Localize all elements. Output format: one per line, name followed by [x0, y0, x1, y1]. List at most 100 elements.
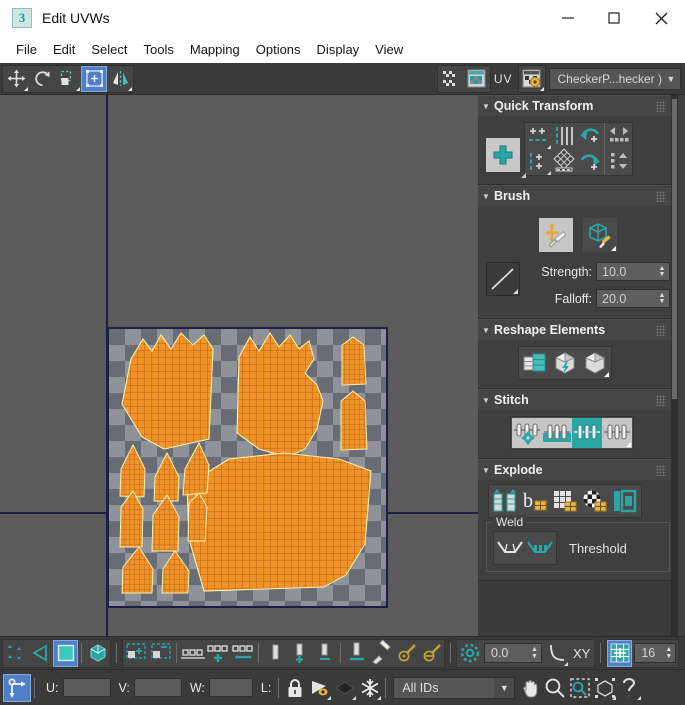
panel-scrollbar[interactable] — [671, 95, 678, 636]
checker-dots-icon[interactable] — [438, 66, 464, 92]
grid-value-input[interactable]: 16 ▲ ▼ — [634, 643, 677, 663]
w-field[interactable] — [208, 678, 253, 697]
panel-scrollbar-thumb[interactable] — [672, 99, 677, 399]
break-by-material-button[interactable] — [580, 486, 610, 516]
spinner-arrows-icon[interactable]: ▲ ▼ — [655, 290, 669, 307]
snap-vertical[interactable] — [606, 149, 632, 175]
stitch-diagonal-button[interactable] — [572, 418, 602, 448]
relax-button[interactable] — [520, 348, 550, 378]
minimize-button[interactable] — [545, 0, 591, 36]
filter-selected-faces[interactable] — [307, 674, 332, 701]
filter-selected-subobject[interactable] — [332, 674, 357, 701]
snap-falloff-curve-icon[interactable] — [544, 640, 569, 667]
expand-selection[interactable] — [123, 640, 148, 667]
align-vertical[interactable] — [551, 123, 577, 149]
pivot-snap-button[interactable] — [3, 673, 31, 702]
grow-loop-vertical[interactable] — [287, 640, 312, 667]
grid-snap-icon[interactable] — [607, 639, 633, 667]
menu-options[interactable]: Options — [248, 39, 309, 60]
u-field[interactable] — [62, 678, 111, 697]
scale-tool[interactable] — [55, 66, 81, 92]
menu-view[interactable]: View — [367, 39, 411, 60]
align-horizontal[interactable] — [525, 123, 551, 149]
rollout-header-explode[interactable]: ▼ Explode — [478, 459, 678, 480]
stitch-selected-button[interactable] — [542, 418, 572, 448]
rollout-header-quick-transform[interactable]: ▼ Quick Transform — [478, 95, 678, 116]
material-id-dropdown[interactable]: All IDs ▼ — [393, 676, 516, 699]
paint-select-dec[interactable] — [419, 640, 444, 667]
menu-file[interactable]: File — [8, 39, 45, 60]
move-tool[interactable] — [3, 66, 29, 92]
shrink-selection[interactable] — [148, 640, 173, 667]
v-field[interactable] — [133, 678, 182, 697]
spinner-arrows-icon[interactable]: ▲ ▼ — [655, 263, 669, 280]
mirror-tool[interactable] — [107, 66, 133, 92]
close-button[interactable] — [637, 0, 685, 36]
menu-select[interactable]: Select — [83, 39, 135, 60]
zoom-extents-button[interactable] — [592, 674, 617, 701]
uv-tile-0-1[interactable] — [107, 327, 388, 608]
peel-mode-button[interactable] — [580, 348, 610, 378]
break-by-face-button[interactable] — [550, 486, 580, 516]
menu-mapping[interactable]: Mapping — [182, 39, 248, 60]
menu-display[interactable]: Display — [309, 39, 368, 60]
lock-selection-button[interactable] — [282, 674, 307, 701]
zoom-region-button[interactable] — [567, 674, 592, 701]
pivot-cross-icon[interactable] — [486, 138, 526, 178]
loop-uv-edges[interactable] — [180, 640, 205, 667]
snap-value-input[interactable]: 0.0 ▲ ▼ — [484, 643, 542, 663]
element-mode[interactable] — [85, 640, 110, 667]
relax-brush[interactable] — [583, 218, 617, 252]
loop-uv-vertical[interactable] — [262, 640, 287, 667]
rollout-header-reshape-elements[interactable]: ▼ Reshape Elements — [478, 319, 678, 340]
snap-axis-label[interactable]: XY — [569, 646, 594, 661]
snap-ring-icon[interactable] — [457, 640, 482, 667]
map-dropdown[interactable]: CheckerP...hecker ) ▼ — [548, 67, 681, 90]
target-weld-button[interactable] — [525, 533, 555, 563]
map-window-icon[interactable] — [464, 66, 490, 92]
spinner-arrows-icon[interactable]: ▲ ▼ — [662, 646, 675, 660]
align-to-edge[interactable] — [344, 640, 369, 667]
break-by-angle-button[interactable]: b — [520, 486, 550, 516]
material-gear-icon[interactable] — [519, 66, 545, 92]
pan-view-button[interactable] — [517, 674, 542, 701]
rotate-ccw-90[interactable] — [577, 123, 603, 149]
uv-canvas[interactable] — [0, 95, 478, 636]
menu-tools[interactable]: Tools — [136, 39, 182, 60]
vertex-mode[interactable] — [3, 640, 28, 667]
edge-mode[interactable] — [28, 640, 53, 667]
shrink-loop-vertical[interactable] — [312, 640, 337, 667]
snap-horizontal[interactable] — [606, 123, 632, 149]
stitch-source-button[interactable] — [602, 418, 632, 448]
paint-move-brush[interactable] — [539, 218, 573, 252]
weld-selected-button[interactable] — [495, 533, 525, 563]
rotate-tool[interactable] — [29, 66, 55, 92]
rollout-header-stitch[interactable]: ▼ Stitch — [478, 389, 678, 410]
rotate-cw-90[interactable] — [577, 149, 603, 175]
face-mode[interactable] — [53, 639, 78, 667]
ring-uv-edges[interactable] — [230, 640, 255, 667]
brush-strength-row: Strength: 10.0 ▲ ▼ — [520, 262, 670, 281]
paint-select-inc[interactable] — [394, 640, 419, 667]
spinner-arrows-icon[interactable]: ▲ ▼ — [528, 646, 541, 660]
freeform-mode-tool[interactable] — [81, 65, 107, 92]
show-hide-help-button[interactable] — [617, 674, 642, 701]
zoom-view-button[interactable] — [542, 674, 567, 701]
menu-edit[interactable]: Edit — [45, 39, 83, 60]
falloff-curve-button[interactable] — [486, 262, 520, 296]
grow-loop-uv[interactable] — [205, 640, 230, 667]
maximize-button[interactable] — [591, 0, 637, 36]
break-by-element-button[interactable] — [610, 486, 640, 516]
brush-falloff-input[interactable]: 20.0 ▲ ▼ — [596, 289, 670, 308]
w-label: W: — [189, 680, 205, 695]
stitch-custom-button[interactable] — [512, 418, 542, 448]
break-button[interactable] — [490, 486, 520, 516]
align-to-diamond[interactable] — [551, 148, 577, 175]
brush-strength-input[interactable]: 10.0 ▲ ▼ — [596, 262, 670, 281]
align-linear-h[interactable] — [525, 149, 551, 175]
quick-peel-button[interactable] — [550, 348, 580, 378]
snowflake-icon[interactable] — [357, 674, 382, 701]
paint-select-brush[interactable] — [369, 639, 394, 667]
rollout-title: Explode — [494, 463, 543, 477]
rollout-header-brush[interactable]: ▼ Brush — [478, 185, 678, 206]
